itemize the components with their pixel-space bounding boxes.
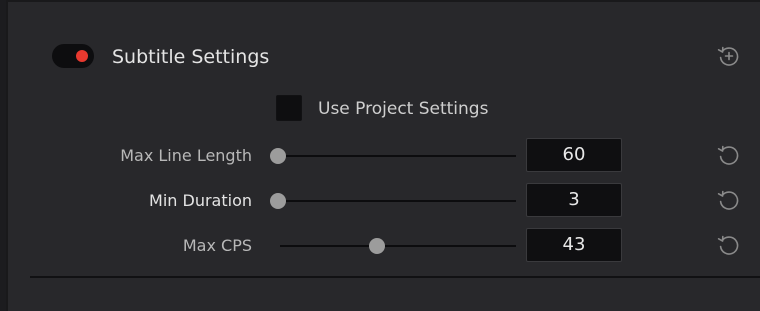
min-duration-field[interactable]: 3 [526,183,622,217]
max-cps-field[interactable]: 43 [526,228,622,262]
slider-thumb[interactable] [270,148,286,164]
section-enable-toggle[interactable] [52,44,94,68]
slider-thumb[interactable] [270,193,286,209]
slider-track [280,245,516,247]
max-line-length-field[interactable]: 60 [526,138,622,172]
max-cps-label: Max CPS [182,236,252,255]
min-duration-slider[interactable] [270,192,516,210]
use-project-settings-checkbox[interactable] [276,95,302,121]
slider-track [280,155,516,157]
min-duration-label: Min Duration [149,191,252,210]
slider-thumb[interactable] [369,238,385,254]
slider-track [280,200,516,202]
max-line-length-label: Max Line Length [120,146,252,165]
section-title: Subtitle Settings [112,46,270,68]
reset-add-icon[interactable] [716,43,742,69]
top-divider [8,0,760,2]
reset-icon[interactable] [716,187,742,213]
max-line-length-slider[interactable] [270,147,516,165]
max-cps-slider[interactable] [270,237,516,255]
toggle-knob [76,50,88,62]
reset-icon[interactable] [716,142,742,168]
section-divider [30,276,760,278]
use-project-settings-label: Use Project Settings [318,99,489,119]
inspector-panel: Subtitle Settings Use Project Settings M… [6,0,760,311]
reset-icon[interactable] [716,232,742,258]
subtitle-settings-screen: Subtitle Settings Use Project Settings M… [0,0,760,311]
